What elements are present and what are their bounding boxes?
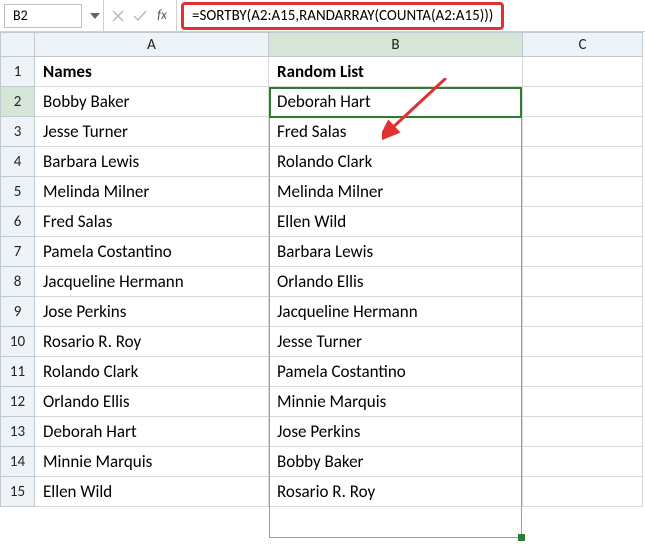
sheet-table: A B C 1NamesRandom List2Bobby BakerDebor… xyxy=(0,32,643,507)
cell-A3[interactable]: Jesse Turner xyxy=(35,117,269,147)
cell-B9[interactable]: Jacqueline Hermann xyxy=(269,297,523,327)
cell-C9[interactable] xyxy=(523,297,643,327)
col-header-B[interactable]: B xyxy=(269,33,523,57)
row-header[interactable]: 14 xyxy=(1,447,35,477)
select-all-corner[interactable] xyxy=(1,33,35,57)
row-header[interactable]: 13 xyxy=(1,417,35,447)
col-header-C[interactable]: C xyxy=(523,33,643,57)
cell-A12[interactable]: Orlando Ellis xyxy=(35,387,269,417)
row-header[interactable]: 15 xyxy=(1,477,35,507)
cell-A11[interactable]: Rolando Clark xyxy=(35,357,269,387)
formula-input-area[interactable]: =SORTBY(A2:A15,RANDARRAY(COUNTA(A2:A15))… xyxy=(177,0,645,31)
cell-B11[interactable]: Pamela Costantino xyxy=(269,357,523,387)
cell-B14[interactable]: Bobby Baker xyxy=(269,447,523,477)
row-header[interactable]: 12 xyxy=(1,387,35,417)
formula-content: =SORTBY(A2:A15,RANDARRAY(COUNTA(A2:A15))… xyxy=(181,2,504,30)
row-header[interactable]: 11 xyxy=(1,357,35,387)
cell-B8[interactable]: Orlando Ellis xyxy=(269,267,523,297)
cell-C12[interactable] xyxy=(523,387,643,417)
row-header[interactable]: 10 xyxy=(1,327,35,357)
cell-B1[interactable]: Random List xyxy=(269,57,523,87)
cell-C8[interactable] xyxy=(523,267,643,297)
confirm-icon[interactable] xyxy=(130,6,150,26)
cell-B6[interactable]: Ellen Wild xyxy=(269,207,523,237)
cell-C7[interactable] xyxy=(523,237,643,267)
cell-C3[interactable] xyxy=(523,117,643,147)
spreadsheet-grid: A B C 1NamesRandom List2Bobby BakerDebor… xyxy=(0,32,645,507)
row-header[interactable]: 2 xyxy=(1,87,35,117)
cell-B12[interactable]: Minnie Marquis xyxy=(269,387,523,417)
row-header[interactable]: 5 xyxy=(1,177,35,207)
row-header[interactable]: 7 xyxy=(1,237,35,267)
cell-A15[interactable]: Ellen Wild xyxy=(35,477,269,507)
fill-handle[interactable] xyxy=(518,534,525,541)
cell-C1[interactable] xyxy=(523,57,643,87)
cell-C14[interactable] xyxy=(523,447,643,477)
row-header[interactable]: 4 xyxy=(1,147,35,177)
cell-B2[interactable]: Deborah Hart xyxy=(269,87,523,117)
cell-C10[interactable] xyxy=(523,327,643,357)
cell-A2[interactable]: Bobby Baker xyxy=(35,87,269,117)
cell-B4[interactable]: Rolando Clark xyxy=(269,147,523,177)
formula-bar: B2 fx =SORTBY(A2:A15,RANDARRAY(COUNTA(A2… xyxy=(0,0,645,32)
cell-C13[interactable] xyxy=(523,417,643,447)
fx-icon[interactable]: fx xyxy=(152,6,172,26)
cell-A10[interactable]: Rosario R. Roy xyxy=(35,327,269,357)
cell-A6[interactable]: Fred Salas xyxy=(35,207,269,237)
cell-A5[interactable]: Melinda Milner xyxy=(35,177,269,207)
cell-B3[interactable]: Fred Salas xyxy=(269,117,523,147)
formula-bar-tools: fx xyxy=(104,0,177,31)
row-header[interactable]: 8 xyxy=(1,267,35,297)
cell-A13[interactable]: Deborah Hart xyxy=(35,417,269,447)
cell-A9[interactable]: Jose Perkins xyxy=(35,297,269,327)
cell-B13[interactable]: Jose Perkins xyxy=(269,417,523,447)
cell-B10[interactable]: Jesse Turner xyxy=(269,327,523,357)
cancel-icon[interactable] xyxy=(108,6,128,26)
cell-A14[interactable]: Minnie Marquis xyxy=(35,447,269,477)
cell-C11[interactable] xyxy=(523,357,643,387)
row-header[interactable]: 9 xyxy=(1,297,35,327)
cell-A1[interactable]: Names xyxy=(35,57,269,87)
name-box[interactable]: B2 xyxy=(4,4,82,28)
cell-C4[interactable] xyxy=(523,147,643,177)
name-box-dropdown[interactable] xyxy=(86,0,104,31)
cell-C5[interactable] xyxy=(523,177,643,207)
row-header[interactable]: 6 xyxy=(1,207,35,237)
row-header[interactable]: 1 xyxy=(1,57,35,87)
cell-C2[interactable] xyxy=(523,87,643,117)
cell-A7[interactable]: Pamela Costantino xyxy=(35,237,269,267)
cell-C6[interactable] xyxy=(523,207,643,237)
cell-B7[interactable]: Barbara Lewis xyxy=(269,237,523,267)
cell-B15[interactable]: Rosario R. Roy xyxy=(269,477,523,507)
cell-B5[interactable]: Melinda Milner xyxy=(269,177,523,207)
col-header-A[interactable]: A xyxy=(35,33,269,57)
cell-A4[interactable]: Barbara Lewis xyxy=(35,147,269,177)
row-header[interactable]: 3 xyxy=(1,117,35,147)
cell-C15[interactable] xyxy=(523,477,643,507)
cell-A8[interactable]: Jacqueline Hermann xyxy=(35,267,269,297)
